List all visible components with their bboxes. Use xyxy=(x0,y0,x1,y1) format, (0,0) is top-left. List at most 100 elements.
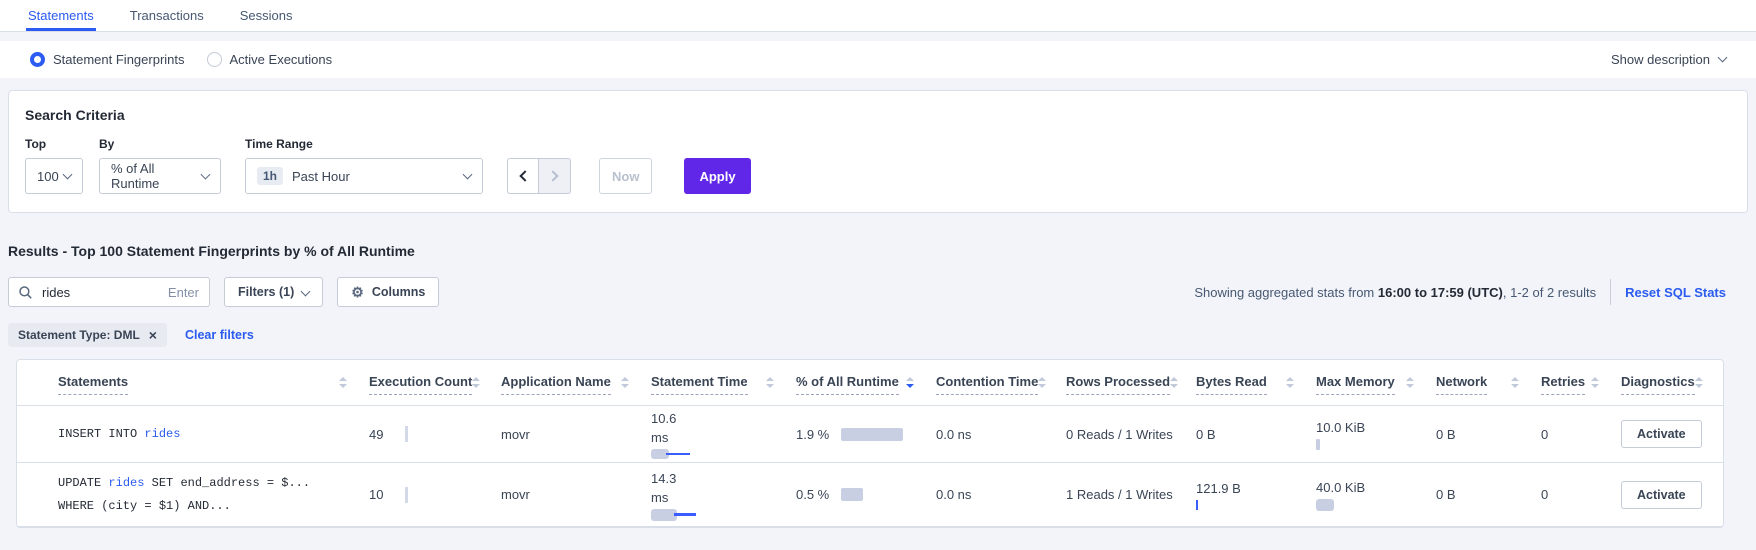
sort-icon[interactable] xyxy=(339,377,347,388)
col-header-diagnostics[interactable]: Diagnostics xyxy=(1621,374,1707,395)
time-range-value: Past Hour xyxy=(292,169,350,184)
sort-icon[interactable] xyxy=(1170,377,1178,388)
search-input[interactable] xyxy=(40,284,160,301)
sort-icon[interactable] xyxy=(621,377,629,388)
sort-icon[interactable] xyxy=(766,377,774,388)
view-toggle-strip: Statement Fingerprints Active Executions… xyxy=(0,41,1756,78)
clear-filters-link[interactable]: Clear filters xyxy=(185,328,254,342)
bytes-read-cell: 0 B xyxy=(1196,425,1316,444)
radio-statement-fingerprints[interactable]: Statement Fingerprints xyxy=(30,52,185,67)
col-header-max-memory[interactable]: Max Memory xyxy=(1316,374,1436,395)
remove-filter-icon[interactable]: × xyxy=(149,328,157,342)
statement-time-cell: 10.6 ms xyxy=(651,409,796,459)
chevron-down-icon xyxy=(63,169,73,179)
filter-pill-label: Statement Type: DML xyxy=(18,328,140,342)
search-box[interactable]: Enter xyxy=(8,277,210,307)
sort-icon[interactable] xyxy=(1286,377,1294,388)
col-label: Statement Time xyxy=(651,374,748,395)
pct-runtime-cell: 0.5 % xyxy=(796,487,936,502)
now-button[interactable]: Now xyxy=(599,158,652,194)
columns-label: Columns xyxy=(372,285,425,299)
time-prev-button[interactable] xyxy=(507,158,539,194)
sql-table-link[interactable]: rides xyxy=(108,476,144,490)
execution-count-value: 10 xyxy=(369,487,383,502)
time-nav-group xyxy=(507,158,571,194)
execution-count-bar xyxy=(405,487,408,503)
search-criteria-card: Search Criteria Top 100 By % of All Runt… xyxy=(8,90,1748,213)
col-header-statements[interactable]: Statements xyxy=(58,374,369,395)
statement-row: INSERT INTO rides 49 movr 10.6 ms 1.9 % … xyxy=(17,406,1723,463)
page-tabs: Statements Transactions Sessions xyxy=(0,0,1756,32)
col-label: Retries xyxy=(1541,374,1585,395)
max-memory-cell: 10.0 KiB xyxy=(1316,418,1436,450)
sort-icon[interactable] xyxy=(1695,377,1703,388)
sort-icon-active-desc[interactable] xyxy=(906,377,914,388)
col-label: Execution Count xyxy=(369,374,472,395)
filters-button[interactable]: Filters (1) xyxy=(224,277,323,307)
execution-count-cell: 10 xyxy=(369,487,501,503)
col-header-statement-time[interactable]: Statement Time xyxy=(651,374,796,395)
tab-statements[interactable]: Statements xyxy=(26,0,96,31)
time-range-badge: 1h xyxy=(257,167,283,185)
top-label: Top xyxy=(25,137,83,151)
show-description-label: Show description xyxy=(1611,52,1710,67)
time-range-select[interactable]: 1h Past Hour xyxy=(245,158,483,194)
apply-button[interactable]: Apply xyxy=(684,158,750,194)
arrow-right-icon xyxy=(547,170,558,181)
pct-runtime-bar xyxy=(841,488,863,501)
sql-table-link[interactable]: rides xyxy=(144,427,180,441)
retries-cell: 0 xyxy=(1541,487,1621,502)
col-header-application-name[interactable]: Application Name xyxy=(501,374,651,395)
col-label: Application Name xyxy=(501,374,611,395)
top-value: 100 xyxy=(37,169,59,184)
tab-sessions[interactable]: Sessions xyxy=(238,0,295,31)
col-header-contention-time[interactable]: Contention Time xyxy=(936,374,1066,395)
show-description-toggle[interactable]: Show description xyxy=(1611,52,1726,67)
sort-icon[interactable] xyxy=(1038,377,1046,388)
sort-icon[interactable] xyxy=(1511,377,1519,388)
col-header-network[interactable]: Network xyxy=(1436,374,1541,395)
sql-text: INSERT INTO xyxy=(58,427,144,441)
application-name-cell: movr xyxy=(501,427,651,442)
col-header-retries[interactable]: Retries xyxy=(1541,374,1621,395)
statement-time-cell: 14.3 ms xyxy=(651,469,796,521)
statement-cell[interactable]: UPDATE rides SET end_address = $... WHER… xyxy=(58,472,369,518)
gear-icon: ⚙ xyxy=(351,285,364,299)
col-label: Statements xyxy=(58,374,128,395)
radio-active-executions[interactable]: Active Executions xyxy=(207,52,333,67)
activate-diagnostics-button[interactable]: Activate xyxy=(1621,420,1702,448)
diagnostics-cell: Activate xyxy=(1621,481,1707,509)
by-value: % of All Runtime xyxy=(111,161,202,191)
top-select[interactable]: 100 xyxy=(25,158,83,194)
sort-icon[interactable] xyxy=(1591,377,1599,388)
execution-count-bar xyxy=(405,426,408,442)
max-memory-bar xyxy=(1316,499,1334,511)
sort-icon[interactable] xyxy=(1406,377,1414,388)
activate-diagnostics-button[interactable]: Activate xyxy=(1621,481,1702,509)
filters-label: Filters (1) xyxy=(238,285,294,299)
tab-transactions[interactable]: Transactions xyxy=(128,0,206,31)
radio-label: Active Executions xyxy=(230,52,333,67)
max-memory-cell: 40.0 KiB xyxy=(1316,478,1436,511)
col-header-pct-of-all-runtime[interactable]: % of All Runtime xyxy=(796,374,936,395)
bytes-read-value: 121.9 B xyxy=(1196,479,1246,498)
pct-runtime-value: 0.5 % xyxy=(796,487,829,502)
col-header-rows-processed[interactable]: Rows Processed xyxy=(1066,374,1196,395)
reset-sql-stats-link[interactable]: Reset SQL Stats xyxy=(1625,285,1726,300)
chevron-down-icon xyxy=(301,286,311,296)
columns-button[interactable]: ⚙ Columns xyxy=(337,277,439,307)
by-select[interactable]: % of All Runtime xyxy=(99,158,221,194)
col-header-bytes-read[interactable]: Bytes Read xyxy=(1196,374,1316,395)
diagnostics-cell: Activate xyxy=(1621,420,1707,448)
col-label: Bytes Read xyxy=(1196,374,1267,395)
time-next-button[interactable] xyxy=(539,158,571,194)
results-heading: Results - Top 100 Statement Fingerprints… xyxy=(8,243,1726,259)
statement-cell[interactable]: INSERT INTO rides xyxy=(58,423,369,446)
active-filters-row: Statement Type: DML × Clear filters xyxy=(8,323,1726,347)
col-header-execution-count[interactable]: Execution Count xyxy=(369,374,501,395)
search-enter-hint[interactable]: Enter xyxy=(168,285,199,300)
time-range-field: Time Range 1h Past Hour xyxy=(245,137,483,194)
pct-runtime-value: 1.9 % xyxy=(796,427,829,442)
statement-row: UPDATE rides SET end_address = $... WHER… xyxy=(17,463,1723,527)
sort-icon[interactable] xyxy=(472,377,480,388)
